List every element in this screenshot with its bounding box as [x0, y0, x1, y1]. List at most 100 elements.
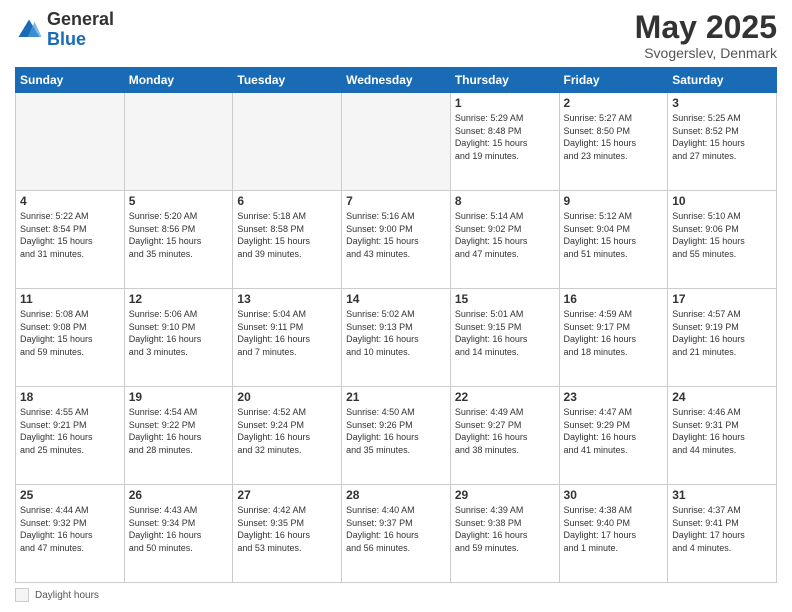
day-number: 9	[564, 194, 664, 208]
day-info: Sunrise: 4:54 AM Sunset: 9:22 PM Dayligh…	[129, 406, 229, 456]
col-header-wednesday: Wednesday	[342, 68, 451, 93]
day-number: 31	[672, 488, 772, 502]
logo: General Blue	[15, 10, 114, 50]
legend-box	[15, 588, 29, 602]
col-header-tuesday: Tuesday	[233, 68, 342, 93]
day-info: Sunrise: 5:14 AM Sunset: 9:02 PM Dayligh…	[455, 210, 555, 260]
day-number: 17	[672, 292, 772, 306]
day-info: Sunrise: 4:50 AM Sunset: 9:26 PM Dayligh…	[346, 406, 446, 456]
legend-label: Daylight hours	[35, 590, 99, 601]
day-number: 7	[346, 194, 446, 208]
day-number: 15	[455, 292, 555, 306]
day-info: Sunrise: 5:27 AM Sunset: 8:50 PM Dayligh…	[564, 112, 664, 162]
day-number: 11	[20, 292, 120, 306]
title-block: May 2025 Svogerslev, Denmark	[635, 10, 777, 61]
day-cell-24: 24Sunrise: 4:46 AM Sunset: 9:31 PM Dayli…	[668, 387, 777, 485]
day-number: 21	[346, 390, 446, 404]
day-cell-10: 10Sunrise: 5:10 AM Sunset: 9:06 PM Dayli…	[668, 191, 777, 289]
day-cell-2: 2Sunrise: 5:27 AM Sunset: 8:50 PM Daylig…	[559, 93, 668, 191]
day-number: 27	[237, 488, 337, 502]
col-header-monday: Monday	[124, 68, 233, 93]
day-cell-5: 5Sunrise: 5:20 AM Sunset: 8:56 PM Daylig…	[124, 191, 233, 289]
day-info: Sunrise: 4:38 AM Sunset: 9:40 PM Dayligh…	[564, 504, 664, 554]
day-info: Sunrise: 5:22 AM Sunset: 8:54 PM Dayligh…	[20, 210, 120, 260]
day-cell-11: 11 Sunrise: 5:08 AM Sunset: 9:08 PM Dayli…	[16, 289, 125, 387]
day-cell-28: 28 Sunrise: 4:40 AM Sunset: 9:37 PM Dayli…	[342, 485, 451, 583]
day-number: 8	[455, 194, 555, 208]
calendar-table: SundayMondayTuesdayWednesdayThursdayFrid…	[15, 67, 777, 583]
day-info: Sunrise: 4:39 AM Sunset: 9:38 PM Dayligh…	[455, 504, 555, 554]
day-cell-6: 6 Sunrise: 5:18 AM Sunset: 8:58 PM Daylig…	[233, 191, 342, 289]
day-info: Sunrise: 4:40 AM Sunset: 9:37 PM Dayligh…	[346, 504, 446, 554]
day-cell-4: 4 Sunrise: 5:22 AM Sunset: 8:54 PM Daylig…	[16, 191, 125, 289]
day-info: Sunrise: 5:29 AM Sunset: 8:48 PM Dayligh…	[455, 112, 555, 162]
day-cell-20: 20Sunrise: 4:52 AM Sunset: 9:24 PM Dayli…	[233, 387, 342, 485]
day-number: 4	[20, 194, 120, 208]
day-number: 13	[237, 292, 337, 306]
day-cell-1: 1Sunrise: 5:29 AM Sunset: 8:48 PM Daylig…	[450, 93, 559, 191]
day-cell-31: 31 Sunrise: 4:37 AM Sunset: 9:41 PM Dayli…	[668, 485, 777, 583]
day-info: Sunrise: 4:49 AM Sunset: 9:27 PM Dayligh…	[455, 406, 555, 456]
day-cell-7: 7Sunrise: 5:16 AM Sunset: 9:00 PM Daylig…	[342, 191, 451, 289]
day-cell-empty-2	[233, 93, 342, 191]
day-number: 16	[564, 292, 664, 306]
day-number: 12	[129, 292, 229, 306]
day-info: Sunrise: 4:43 AM Sunset: 9:34 PM Dayligh…	[129, 504, 229, 554]
page: General Blue May 2025 Svogerslev, Denmar…	[0, 0, 792, 612]
logo-blue-text: Blue	[47, 29, 86, 49]
day-cell-empty-1	[124, 93, 233, 191]
day-info: Sunrise: 5:02 AM Sunset: 9:13 PM Dayligh…	[346, 308, 446, 358]
day-cell-8: 8 Sunrise: 5:14 AM Sunset: 9:02 PM Daylig…	[450, 191, 559, 289]
day-cell-16: 16 Sunrise: 4:59 AM Sunset: 9:17 PM Dayli…	[559, 289, 668, 387]
day-cell-23: 23 Sunrise: 4:47 AM Sunset: 9:29 PM Dayli…	[559, 387, 668, 485]
day-cell-29: 29 Sunrise: 4:39 AM Sunset: 9:38 PM Dayli…	[450, 485, 559, 583]
day-cell-12: 12 Sunrise: 5:06 AM Sunset: 9:10 PM Dayli…	[124, 289, 233, 387]
day-info: Sunrise: 5:18 AM Sunset: 8:58 PM Dayligh…	[237, 210, 337, 260]
week-row-3: 11 Sunrise: 5:08 AM Sunset: 9:08 PM Dayli…	[16, 289, 777, 387]
day-cell-9: 9Sunrise: 5:12 AM Sunset: 9:04 PM Daylig…	[559, 191, 668, 289]
day-cell-22: 22Sunrise: 4:49 AM Sunset: 9:27 PM Dayli…	[450, 387, 559, 485]
day-number: 25	[20, 488, 120, 502]
week-row-2: 4 Sunrise: 5:22 AM Sunset: 8:54 PM Daylig…	[16, 191, 777, 289]
day-cell-25: 25 Sunrise: 4:44 AM Sunset: 9:32 PM Dayli…	[16, 485, 125, 583]
logo-general-text: General	[47, 9, 114, 29]
day-cell-empty-0	[16, 93, 125, 191]
day-cell-18: 18Sunrise: 4:55 AM Sunset: 9:21 PM Dayli…	[16, 387, 125, 485]
header: General Blue May 2025 Svogerslev, Denmar…	[15, 10, 777, 61]
day-info: Sunrise: 5:25 AM Sunset: 8:52 PM Dayligh…	[672, 112, 772, 162]
week-row-1: 1Sunrise: 5:29 AM Sunset: 8:48 PM Daylig…	[16, 93, 777, 191]
day-info: Sunrise: 4:47 AM Sunset: 9:29 PM Dayligh…	[564, 406, 664, 456]
legend: Daylight hours	[15, 588, 777, 602]
day-cell-19: 19 Sunrise: 4:54 AM Sunset: 9:22 PM Dayli…	[124, 387, 233, 485]
day-info: Sunrise: 4:37 AM Sunset: 9:41 PM Dayligh…	[672, 504, 772, 554]
day-cell-26: 26 Sunrise: 4:43 AM Sunset: 9:34 PM Dayli…	[124, 485, 233, 583]
day-cell-3: 3 Sunrise: 5:25 AM Sunset: 8:52 PM Daylig…	[668, 93, 777, 191]
day-info: Sunrise: 4:52 AM Sunset: 9:24 PM Dayligh…	[237, 406, 337, 456]
day-info: Sunrise: 5:20 AM Sunset: 8:56 PM Dayligh…	[129, 210, 229, 260]
day-cell-30: 30Sunrise: 4:38 AM Sunset: 9:40 PM Dayli…	[559, 485, 668, 583]
day-info: Sunrise: 4:57 AM Sunset: 9:19 PM Dayligh…	[672, 308, 772, 358]
day-number: 29	[455, 488, 555, 502]
day-number: 26	[129, 488, 229, 502]
col-header-saturday: Saturday	[668, 68, 777, 93]
day-cell-27: 27Sunrise: 4:42 AM Sunset: 9:35 PM Dayli…	[233, 485, 342, 583]
day-cell-21: 21 Sunrise: 4:50 AM Sunset: 9:26 PM Dayli…	[342, 387, 451, 485]
day-number: 19	[129, 390, 229, 404]
day-number: 6	[237, 194, 337, 208]
day-info: Sunrise: 4:44 AM Sunset: 9:32 PM Dayligh…	[20, 504, 120, 554]
day-info: Sunrise: 5:08 AM Sunset: 9:08 PM Dayligh…	[20, 308, 120, 358]
day-info: Sunrise: 4:55 AM Sunset: 9:21 PM Dayligh…	[20, 406, 120, 456]
day-number: 28	[346, 488, 446, 502]
day-cell-17: 17 Sunrise: 4:57 AM Sunset: 9:19 PM Dayli…	[668, 289, 777, 387]
day-number: 14	[346, 292, 446, 306]
day-number: 3	[672, 96, 772, 110]
day-info: Sunrise: 5:06 AM Sunset: 9:10 PM Dayligh…	[129, 308, 229, 358]
col-header-thursday: Thursday	[450, 68, 559, 93]
day-cell-15: 15Sunrise: 5:01 AM Sunset: 9:15 PM Dayli…	[450, 289, 559, 387]
day-number: 23	[564, 390, 664, 404]
calendar-subtitle: Svogerslev, Denmark	[635, 45, 777, 61]
day-cell-14: 14 Sunrise: 5:02 AM Sunset: 9:13 PM Dayli…	[342, 289, 451, 387]
day-cell-13: 13Sunrise: 5:04 AM Sunset: 9:11 PM Dayli…	[233, 289, 342, 387]
day-info: Sunrise: 4:59 AM Sunset: 9:17 PM Dayligh…	[564, 308, 664, 358]
day-number: 10	[672, 194, 772, 208]
